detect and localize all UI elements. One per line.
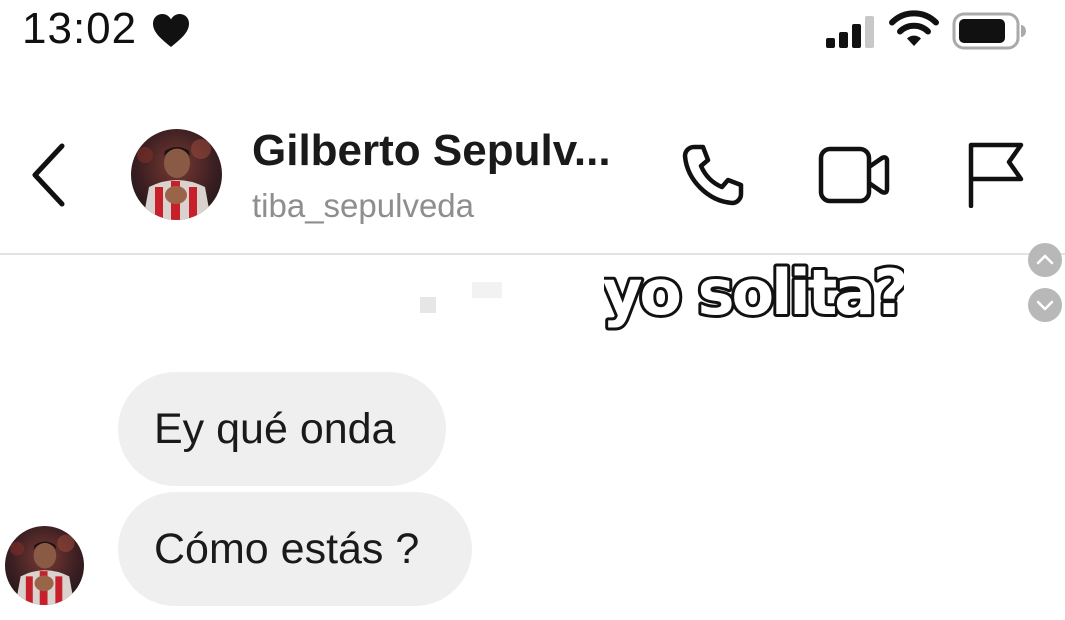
wifi-icon (888, 10, 940, 48)
cellular-signal-icon (826, 14, 876, 48)
chevron-up-icon (1036, 254, 1054, 265)
faint-artifact (472, 282, 502, 298)
voice-call-button[interactable] (680, 142, 746, 208)
message-bubble[interactable]: Cómo estás ? (118, 492, 472, 606)
phone-icon (682, 144, 744, 206)
sender-avatar[interactable] (5, 526, 84, 605)
message-bubble[interactable]: Ey qué onda (118, 372, 446, 486)
header-divider (0, 253, 1065, 255)
scroll-down-button[interactable] (1028, 288, 1062, 322)
back-button[interactable] (28, 142, 70, 208)
status-time: 13:02 (22, 4, 138, 53)
contact-username: tiba_sepulveda (252, 187, 475, 224)
chevron-left-icon (32, 143, 65, 207)
report-button[interactable] (964, 140, 1026, 209)
profile-avatar[interactable] (131, 129, 222, 220)
flag-icon (968, 142, 1024, 209)
faint-artifact (420, 297, 436, 313)
video-call-button[interactable] (818, 143, 890, 207)
heart-icon (152, 13, 190, 49)
chevron-down-icon (1036, 300, 1054, 311)
contact-name[interactable]: Gilberto Sepulv... (252, 126, 611, 176)
sticker-message[interactable]: yo solita? (599, 253, 912, 352)
scroll-up-button[interactable] (1028, 243, 1062, 277)
battery-icon (952, 12, 1026, 50)
video-camera-icon (818, 146, 890, 204)
sticker-text: yo solita? (604, 262, 904, 329)
